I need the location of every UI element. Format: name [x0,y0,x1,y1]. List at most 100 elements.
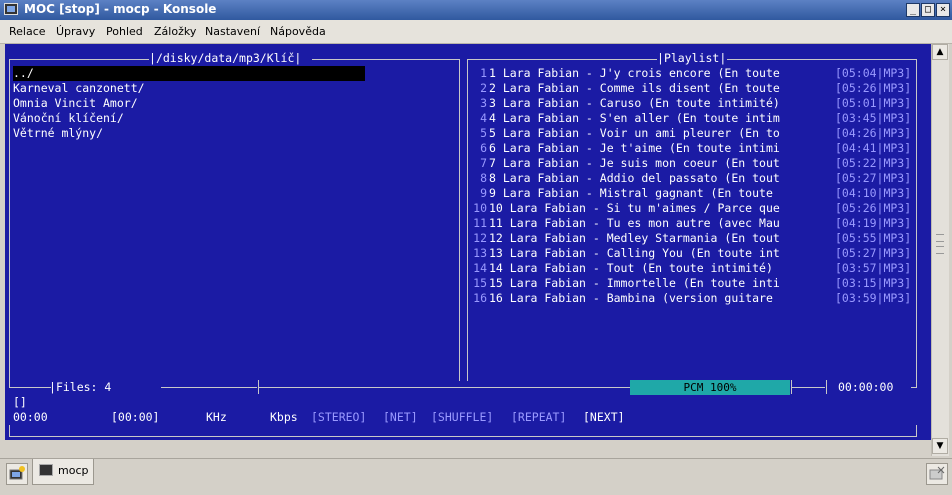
playlist-item-title: 10 Lara Fabian - Si tu m'aimes / Parce q… [489,201,780,215]
playlist-item-time: [05:27|MP3] [835,246,912,260]
playlist-item[interactable]: 55 Lara Fabian - Voir un ami pleurer (En… [467,126,917,141]
duration: [00:00] [111,410,160,424]
menu-upravy[interactable]: Úpravy [56,25,95,38]
playlist-item[interactable]: 77 Lara Fabian - Je suis mon coeur (En t… [467,156,917,171]
playlist-item-time: [03:57|MP3] [835,261,912,275]
playlist-item-time: [05:55|MP3] [835,231,912,245]
playlist-item[interactable]: 14 14 Lara Fabian - Tout (En toute intimi… [467,261,917,276]
playlist-title: |Playlist| [657,51,727,65]
playlist-item-title: 4 Lara Fabian - S'en aller (En toute int… [489,111,780,125]
browser-entry-selected[interactable]: ../ [13,66,365,81]
frame-line [467,59,657,60]
menu-pohled[interactable]: Pohled [106,25,143,38]
browser-entry[interactable]: Větrné mlýny/ [13,126,103,141]
playlist-item[interactable]: 44 Lara Fabian - S'en aller (En toute in… [467,111,917,126]
scroll-grip-icon[interactable] [936,234,944,254]
playlist-item-number: 15 [473,276,487,290]
menu-zalozky[interactable]: Záložky [154,25,196,38]
playlist-item-title: 6 Lara Fabian - Je t'aime (En toute inti… [489,141,780,155]
playlist-item[interactable]: 11 Lara Fabian - J'y crois encore (En to… [467,66,917,81]
browser-entry[interactable]: Omnia Vincit Amor/ [13,96,138,111]
playlist-item-number: 4 [480,111,487,125]
playlist-item[interactable]: 13 13 Lara Fabian - Calling You (En toute… [467,246,917,261]
playlist-item-number: 3 [480,96,487,110]
progress-track[interactable] [258,387,630,388]
frame-line [727,59,917,60]
browser-entry[interactable]: Vánoční klíčení/ [13,111,124,126]
playlist-item[interactable]: 12 12 Lara Fabian - Medley Starmania (En … [467,231,917,246]
frame-line [916,425,917,437]
playlist-item-number: 10 [473,201,487,215]
playlist-item[interactable]: 33 Lara Fabian - Caruso (En toute intimi… [467,96,917,111]
playlist-item-number: 7 [480,156,487,170]
playlist-item-title: 8 Lara Fabian - Addio del passato (En to… [489,171,780,185]
close-button[interactable]: × [936,3,950,17]
scroll-down-button[interactable]: ▼ [932,438,948,454]
playlist-item[interactable]: 66 Lara Fabian - Je t'aime (En toute int… [467,141,917,156]
playlist-item[interactable]: 10 10 Lara Fabian - Si tu m'aimes / Parce… [467,201,917,216]
playlist-item-number: 16 [473,291,487,305]
playlist-item-title: 16 Lara Fabian - Bambina (version guitar… [489,291,780,305]
playlist-item-title: 14 Lara Fabian - Tout (En toute intimité… [489,261,773,275]
playlist-item-time: [04:26|MP3] [835,126,912,140]
playlist-item-time: [03:45|MP3] [835,111,912,125]
konsole-icon[interactable] [4,3,18,15]
playlist-item-time: [05:27|MP3] [835,171,912,185]
volume-bar[interactable]: PCM 100% [630,380,790,395]
playlist-item-title: 13 Lara Fabian - Calling You (En toute i… [489,246,780,260]
browser-entry[interactable]: Karneval canzonett/ [13,81,145,96]
playlist-item-number: 6 [480,141,487,155]
playlist-item-title: 15 Lara Fabian - Immortelle (En toute in… [489,276,780,290]
playlist-item-number: 8 [480,171,487,185]
frame-line [312,59,460,60]
playlist-item-title: 7 Lara Fabian - Je suis mon coeur (En to… [489,156,780,170]
flag-net: [NET] [383,410,418,424]
playlist-item-time: [04:41|MP3] [835,141,912,155]
frame-line [826,380,827,394]
frame-line [9,436,917,437]
playlist-item[interactable]: 15 15 Lara Fabian - Immortelle (En toute … [467,276,917,291]
frame-line [9,59,149,60]
terminal-scrollbar[interactable]: ▲ ▼ [931,44,949,456]
khz-label: KHz [206,410,227,424]
playlist-item-number: 9 [480,186,487,200]
playlist-item[interactable]: 22 Lara Fabian - Comme ils disent (En to… [467,81,917,96]
playlist-item-time: [05:26|MP3] [835,81,912,95]
menu-nastaveni[interactable]: Nastavení [205,25,260,38]
session-tab-bar: mocp [0,458,952,495]
menu-napoveda[interactable]: Nápověda [270,25,326,38]
kbps-label: Kbps [270,410,298,424]
window-titlebar[interactable]: MOC [stop] - mocp - Konsole _ □ × [0,0,952,20]
playlist-list: 11 Lara Fabian - J'y crois encore (En to… [467,66,917,316]
playlist-item-time: [05:01|MP3] [835,96,912,110]
frame-line [161,387,257,388]
playlist-item-number: 11 [473,216,487,230]
tab-label: mocp [58,464,89,477]
playlist-item-time: [04:19|MP3] [835,216,912,230]
menu-bar: Relace Úpravy Pohled Záložky Nastavení N… [0,20,952,44]
minimize-button[interactable]: _ [906,3,920,17]
playlist-item-number: 1 [480,66,487,80]
playlist-item-number: 12 [473,231,487,245]
playlist-item[interactable]: 11 11 Lara Fabian - Tu es mon autre (avec… [467,216,917,231]
terminal-area[interactable]: |/disky/data/mp3/Klíč| |Playlist| ../ Ka… [5,44,931,440]
menu-relace[interactable]: Relace [9,25,46,38]
files-count: |Files: 4 [49,380,112,394]
playlist-item[interactable]: 88 Lara Fabian - Addio del passato (En t… [467,171,917,186]
new-session-icon [9,466,25,480]
new-session-button[interactable] [6,463,28,485]
close-session-button[interactable] [926,463,948,485]
playlist-item[interactable]: 16 16 Lara Fabian - Bambina (version guit… [467,291,917,306]
playlist-item[interactable]: 99 Lara Fabian - Mistral gagnant (En tou… [467,186,917,201]
playlist-item-number: 13 [473,246,487,260]
maximize-button[interactable]: □ [921,3,935,17]
flag-stereo: [STEREO] [311,410,367,424]
playlist-item-title: 11 Lara Fabian - Tu es mon autre (avec M… [489,216,780,230]
playlist-item-title: 9 Lara Fabian - Mistral gagnant (En tout… [489,186,780,200]
playlist-item-time: [04:10|MP3] [835,186,912,200]
flag-repeat: [REPEAT] [511,410,567,424]
browser-path: |/disky/data/mp3/Klíč| [149,51,302,65]
scroll-up-button[interactable]: ▲ [932,44,948,60]
session-tab-mocp[interactable]: mocp [32,459,94,485]
playlist-item-number: 2 [480,81,487,95]
